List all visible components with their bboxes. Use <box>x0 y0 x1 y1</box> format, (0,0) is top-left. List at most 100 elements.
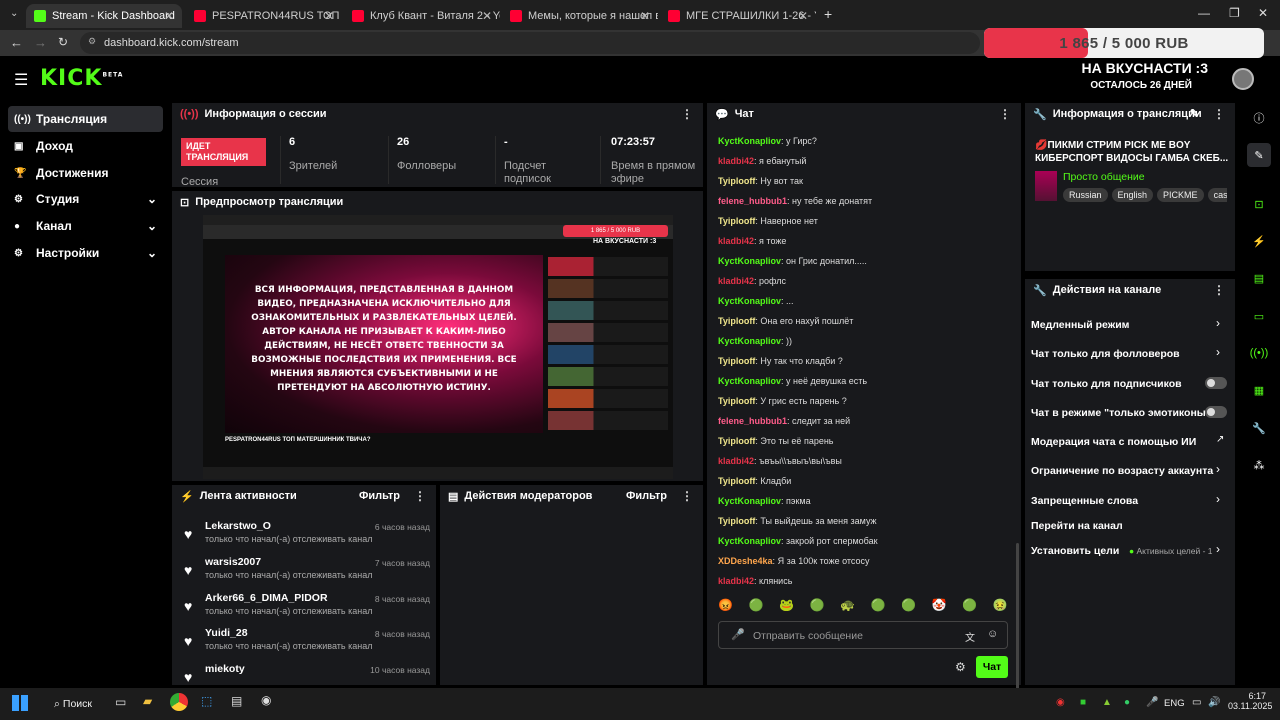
obs-icon[interactable]: ◉ <box>261 693 271 707</box>
tray-app-icon[interactable]: ▲ <box>1102 697 1112 708</box>
chat-username[interactable]: KyctKonapliov <box>718 536 781 546</box>
emote-icon[interactable]: 🟢 <box>871 598 886 616</box>
chat-icon[interactable]: ▭ <box>1247 304 1271 328</box>
language-indicator[interactable]: ENG <box>1164 698 1185 709</box>
chevron-right-icon[interactable]: › <box>1216 345 1220 359</box>
app-icon[interactable]: ▤ <box>231 694 242 708</box>
emote-icon[interactable]: 🟢 <box>901 598 916 616</box>
chat-username[interactable]: Tyiplooff <box>718 476 755 486</box>
action-ai-moderation[interactable]: Модерация чата с помощью ИИ <box>1031 436 1196 448</box>
chat-send-button[interactable]: Чат <box>976 656 1008 678</box>
activity-user[interactable]: Lekarstwo_O <box>205 520 271 532</box>
chat-username[interactable]: Tyiplooff <box>718 316 755 326</box>
activity-user[interactable]: miekoty <box>205 663 245 675</box>
new-tab-icon[interactable]: + <box>824 6 832 22</box>
chat-username[interactable]: Tyiplooff <box>718 516 755 526</box>
translate-icon[interactable]: 文 <box>965 629 975 644</box>
activity-filter-button[interactable]: Фильтр <box>359 490 400 502</box>
chat-scrollbar[interactable] <box>1016 543 1019 693</box>
chat-username[interactable]: Tyiplooff <box>718 396 755 406</box>
tab-kick-dashboard[interactable]: Stream - Kick Dashboard ✕ <box>26 4 182 28</box>
tag[interactable]: Russian <box>1063 188 1108 202</box>
clock[interactable]: 6:17 03.11.2025 <box>1228 691 1272 711</box>
emotes-only-toggle[interactable] <box>1205 406 1227 418</box>
chat-username[interactable]: Tyiplooff <box>718 356 755 366</box>
close-icon[interactable]: ✕ <box>640 9 650 23</box>
tab-list-icon[interactable]: ⌄ <box>10 8 18 19</box>
chat-username[interactable]: kladbi42 <box>718 236 754 246</box>
tag[interactable]: PICKME <box>1157 188 1204 202</box>
close-icon[interactable]: ✕ <box>324 9 334 23</box>
chat-username[interactable]: Tyiplooff <box>718 176 755 186</box>
snipping-tool-icon[interactable]: ⬚ <box>201 694 212 708</box>
network-icon[interactable]: ▭ <box>1192 697 1201 708</box>
taskbar-search[interactable]: ⌕ Поиск <box>44 693 102 715</box>
emote-icon[interactable]: 😡 <box>718 598 733 616</box>
palette-icon[interactable]: ⁂ <box>1247 453 1271 477</box>
nav-item-broadcast[interactable]: ((•)) Трансляция <box>8 106 163 132</box>
site-info-icon[interactable]: ⚙ <box>88 36 96 47</box>
tab-youtube-4[interactable]: МГЕ СТРАШИЛКИ 1-26 - YouTube ✕ <box>660 4 816 28</box>
tray-app-icon[interactable]: ■ <box>1080 697 1086 708</box>
chat-username[interactable]: KyctKonapliov <box>718 376 781 386</box>
emote-icon[interactable]: 🟢 <box>749 598 764 616</box>
nav-item-settings[interactable]: ⚙ Настройки ⌄ <box>8 240 163 266</box>
volume-icon[interactable]: 🔊 <box>1208 697 1220 708</box>
more-options-icon[interactable]: ⋮ <box>1213 283 1225 297</box>
chat-username[interactable]: KyctKonapliov <box>718 256 781 266</box>
emote-icon[interactable]: 🐢 <box>840 598 855 616</box>
reload-icon[interactable]: ↻ <box>58 35 68 49</box>
close-icon[interactable]: ✕ <box>482 9 492 23</box>
chat-username[interactable]: felene_hubbub1 <box>718 196 787 206</box>
chat-username[interactable]: Tyiplooff <box>718 216 755 226</box>
layout-icon[interactable]: ▦ <box>1247 378 1271 402</box>
tray-app-icon[interactable]: ● <box>1124 697 1130 708</box>
chevron-right-icon[interactable]: › <box>1216 492 1220 506</box>
tab-youtube-1[interactable]: PESPATRON44RUS ТОП МАТЕРИ ✕ <box>186 4 342 28</box>
stream-preview[interactable]: 1 865 / 5 000 RUB НА ВКУСНАСТИ :3 ВСЯ ИН… <box>203 215 673 479</box>
tag[interactable]: casin <box>1207 188 1227 202</box>
subscribers-only-toggle[interactable] <box>1205 377 1227 389</box>
more-options-icon[interactable]: ⋮ <box>999 107 1011 121</box>
microphone-icon[interactable]: 🎤 <box>731 628 745 641</box>
action-account-age[interactable]: Ограничение по возрасту аккаунта <box>1031 465 1213 477</box>
chat-username[interactable]: XDDeshe4ka <box>718 556 773 566</box>
document-icon[interactable]: ▤ <box>1247 266 1271 290</box>
emote-icon[interactable]: 🟢 <box>962 598 977 616</box>
info-icon[interactable]: ⓘ <box>1247 106 1271 130</box>
window-close-icon[interactable]: ✕ <box>1258 6 1268 20</box>
action-followers-only[interactable]: Чат только для фолловеров <box>1031 348 1180 360</box>
nav-item-channel[interactable]: ● Канал ⌄ <box>8 213 163 239</box>
chevron-right-icon[interactable]: › <box>1216 462 1220 476</box>
chat-username[interactable]: kladbi42 <box>718 576 754 586</box>
address-bar[interactable]: ⚙ dashboard.kick.com/stream <box>80 32 980 54</box>
activity-user[interactable]: Arker66_6_DIMA_PIDOR <box>205 592 328 604</box>
nav-item-income[interactable]: ▣ Доход <box>8 133 163 159</box>
action-set-goals[interactable]: Установить цели <box>1031 545 1119 557</box>
emote-icon[interactable]: 🤢 <box>993 598 1008 616</box>
chat-username[interactable]: KyctKonapliov <box>718 496 781 506</box>
broadcast-icon[interactable]: ((•)) <box>1247 341 1271 365</box>
more-options-icon[interactable]: ⋮ <box>681 489 693 503</box>
nav-item-studio[interactable]: ⚙ Студия ⌄ <box>8 186 163 212</box>
nav-item-achievements[interactable]: 🏆 Достижения <box>8 160 163 186</box>
file-explorer-icon[interactable]: ▰ <box>143 694 152 708</box>
lightning-icon[interactable]: ⚡ <box>1247 229 1271 253</box>
chat-username[interactable]: felene_hubbub1 <box>718 416 787 426</box>
activity-user[interactable]: warsis2007 <box>205 556 261 568</box>
back-icon[interactable]: ← <box>10 35 23 50</box>
emote-icon[interactable]: 🐸 <box>779 598 794 616</box>
windows-start-icon[interactable] <box>12 695 28 711</box>
chat-username[interactable]: Tyiplooff <box>718 436 755 446</box>
wrench-icon[interactable]: 🔧 <box>1247 416 1271 440</box>
task-view-icon[interactable]: ▭ <box>115 695 126 709</box>
preview-icon[interactable]: ⊡ <box>1247 192 1271 216</box>
action-emotes-only[interactable]: Чат в режиме "только эмотиконы" <box>1031 407 1211 419</box>
emote-icon[interactable]: 🤡 <box>932 598 947 616</box>
avatar[interactable] <box>1232 68 1254 90</box>
edit-icon[interactable]: ✎ <box>1247 143 1271 167</box>
edit-icon[interactable]: ✎ <box>1190 107 1199 120</box>
chat-input[interactable]: 🎤 Отправить сообщение 文 ☺ <box>718 621 1008 649</box>
chat-settings-icon[interactable]: ⚙ <box>955 660 966 674</box>
action-banned-words[interactable]: Запрещенные слова <box>1031 495 1138 507</box>
